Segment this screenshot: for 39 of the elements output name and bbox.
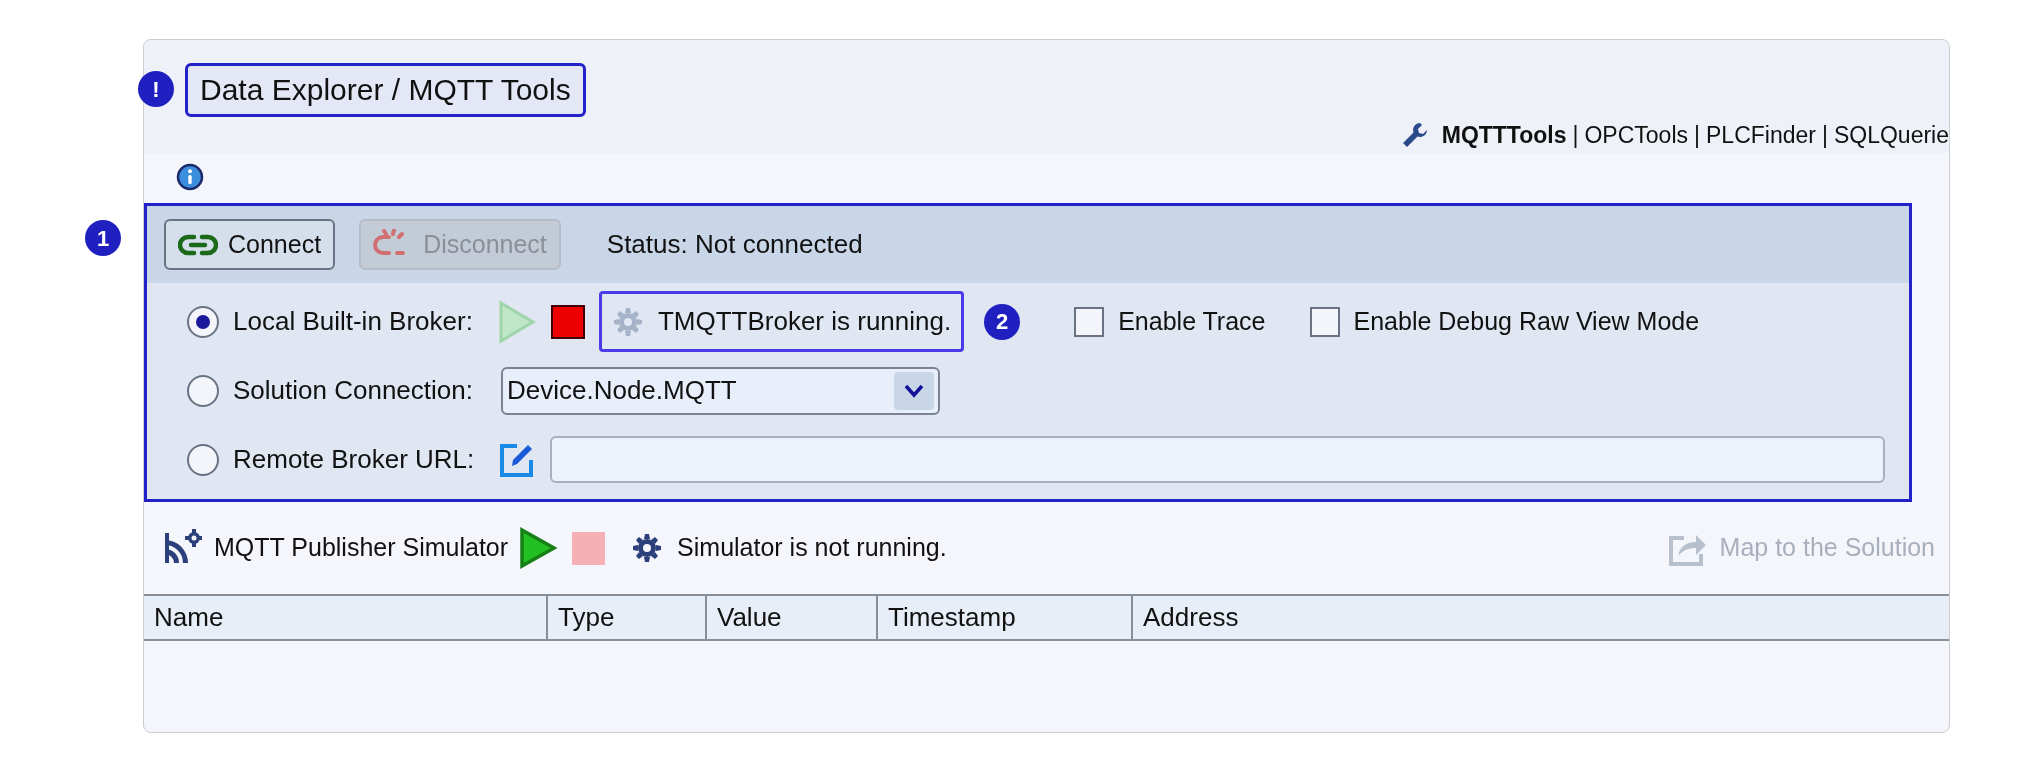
checkbox[interactable] [1309,306,1340,337]
page-title: Data Explorer / MQTT Tools [185,63,586,117]
url-input-field[interactable] [550,436,1885,483]
broker-status-text: TMQTTBroker is running. [657,305,952,338]
tool-link[interactable]: SQLQuerie [1833,121,1949,149]
checkbox[interactable] [1074,306,1105,337]
option-label: Local Built-in Broker: [233,305,473,338]
callout-marker: 2 [984,303,1021,340]
simulator-status: Simulator is not running. [677,532,947,564]
tool-link[interactable]: PLCFinder [1706,121,1816,149]
callout-marker: ! [138,71,174,107]
tool-link[interactable]: OPCTools [1584,121,1689,149]
connection-status: Status: Not connected [606,228,863,261]
radio-button[interactable] [187,374,219,407]
callout-marker: 1 [85,220,121,256]
column-header[interactable]: Value [707,596,878,639]
column-header[interactable]: Timestamp [878,596,1133,639]
option-label: Solution Connection: [233,374,473,407]
column-header[interactable]: Name [144,596,548,639]
connect-button[interactable]: Connect [164,219,336,270]
radio-button[interactable] [187,305,219,338]
link-separator: | [1821,121,1828,149]
gear-icon [631,532,664,564]
radio-button[interactable] [187,443,219,476]
stop-icon [550,304,585,339]
checkbox-label: Enable Trace [1118,305,1266,337]
link-separator: | [1694,121,1700,149]
checkbox-label: Enable Debug Raw View Mode [1353,305,1700,337]
connection-dropdown[interactable]: Device.Node.MQTT [500,366,940,415]
stop-icon [572,531,606,565]
simulator-label: MQTT Publisher Simulator [214,532,509,564]
gear-icon [611,305,644,338]
option-label: Remote Broker URL: [233,443,475,476]
column-header[interactable]: Address [1133,596,1949,639]
link-separator: | [1572,121,1579,149]
tool-link[interactable]: MQTTTools [1441,121,1567,149]
info-icon [176,163,204,191]
chevron-down-icon [903,383,924,398]
column-header[interactable]: Type [548,596,707,639]
